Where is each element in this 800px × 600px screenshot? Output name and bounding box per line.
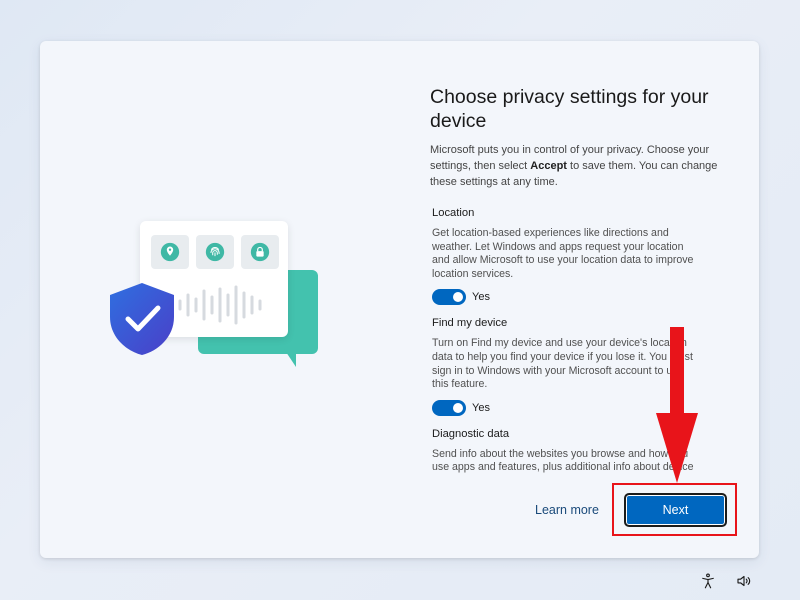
setting-location: Location Get location-based experiences … <box>432 207 702 306</box>
location-toggle[interactable] <box>432 289 466 306</box>
privacy-settings-card: Choose privacy settings for your device … <box>40 41 759 558</box>
page-title: Choose privacy settings for your device <box>430 86 709 132</box>
toggle-label: Yes <box>472 401 490 414</box>
privacy-illustration <box>106 221 336 391</box>
next-highlight-box <box>612 483 737 536</box>
fingerprint-icon <box>196 235 234 269</box>
intro-text: Microsoft puts you in control of your pr… <box>430 142 720 190</box>
lock-icon <box>241 235 279 269</box>
intro-text-accept: Accept <box>530 160 567 172</box>
location-pin-icon <box>151 235 189 269</box>
volume-icon[interactable] <box>735 572 753 590</box>
voice-wave-icon <box>178 285 262 325</box>
location-toggle-row: Yes <box>432 289 702 306</box>
toggle-knob <box>453 402 463 413</box>
setting-description: Get location-based experiences like dire… <box>432 227 694 280</box>
learn-more-link[interactable]: Learn more <box>535 503 599 517</box>
setting-title: Location <box>432 207 475 219</box>
accessibility-icon[interactable] <box>699 572 717 590</box>
red-arrow-icon <box>656 327 698 483</box>
shield-check-icon <box>110 283 174 355</box>
chat-bubble-tail <box>284 349 296 367</box>
find-device-toggle[interactable] <box>432 399 466 416</box>
toggle-label: Yes <box>472 291 490 304</box>
toggle-knob <box>453 292 463 303</box>
